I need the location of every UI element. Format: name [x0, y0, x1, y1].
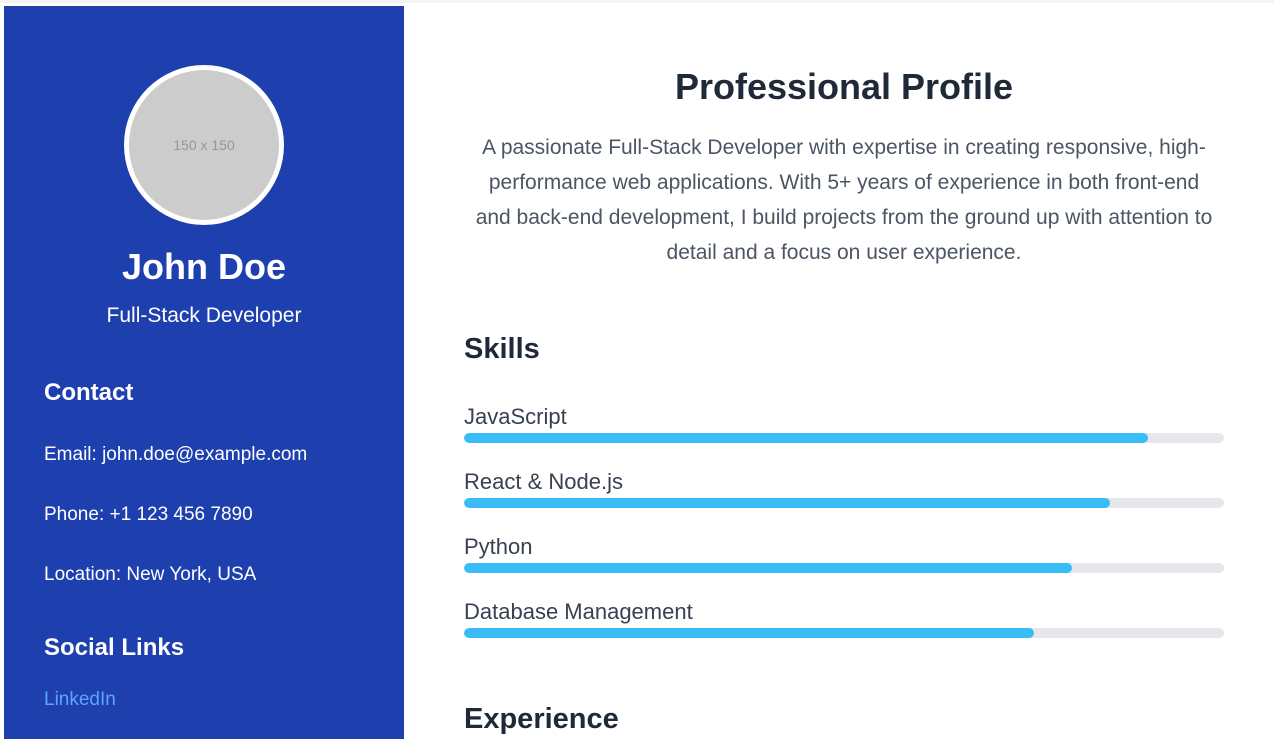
skills-heading: Skills	[464, 333, 540, 365]
main-content: Professional Profile A passionate Full-S…	[404, 6, 1274, 739]
skill-progress-fill	[464, 628, 1034, 638]
skill-progress-track	[464, 433, 1224, 443]
skill-label: JavaScript	[464, 404, 567, 429]
avatar: 150 x 150	[124, 65, 284, 225]
skill-database-management: Database Management	[464, 599, 1224, 649]
linkedin-link[interactable]: LinkedIn	[44, 689, 116, 711]
skill-progress-fill	[464, 498, 1110, 508]
social-links-heading: Social Links	[44, 634, 185, 661]
skill-progress-track	[464, 498, 1224, 508]
avatar-placeholder: 150 x 150	[129, 70, 279, 220]
profile-role: Full-Stack Developer	[106, 304, 302, 327]
resume-page: 150 x 150 John Doe Full-Stack Developer …	[0, 0, 1274, 739]
skill-label: Database Management	[464, 599, 693, 624]
profile-name: John Doe	[121, 246, 286, 287]
skill-progress-track	[464, 628, 1224, 638]
skill-progress-fill	[464, 433, 1148, 443]
experience-heading: Experience	[464, 703, 619, 735]
contact-email: Email: john.doe@example.com	[44, 444, 308, 465]
sidebar: 150 x 150 John Doe Full-Stack Developer …	[4, 6, 404, 739]
skill-label: React & Node.js	[464, 469, 623, 494]
skill-progress-fill	[464, 563, 1072, 573]
page-title: Professional Profile	[674, 66, 1014, 107]
skill-javascript: JavaScript	[464, 404, 1224, 454]
skill-python: Python	[464, 534, 1224, 584]
skill-label: Python	[464, 534, 533, 559]
skill-react-node: React & Node.js	[464, 469, 1224, 519]
contact-heading: Contact	[44, 379, 134, 406]
profile-summary: A passionate Full-Stack Developer with e…	[475, 136, 1213, 264]
contact-location: Location: New York, USA	[44, 564, 257, 585]
contact-phone: Phone: +1 123 456 7890	[44, 504, 253, 525]
skill-progress-track	[464, 563, 1224, 573]
